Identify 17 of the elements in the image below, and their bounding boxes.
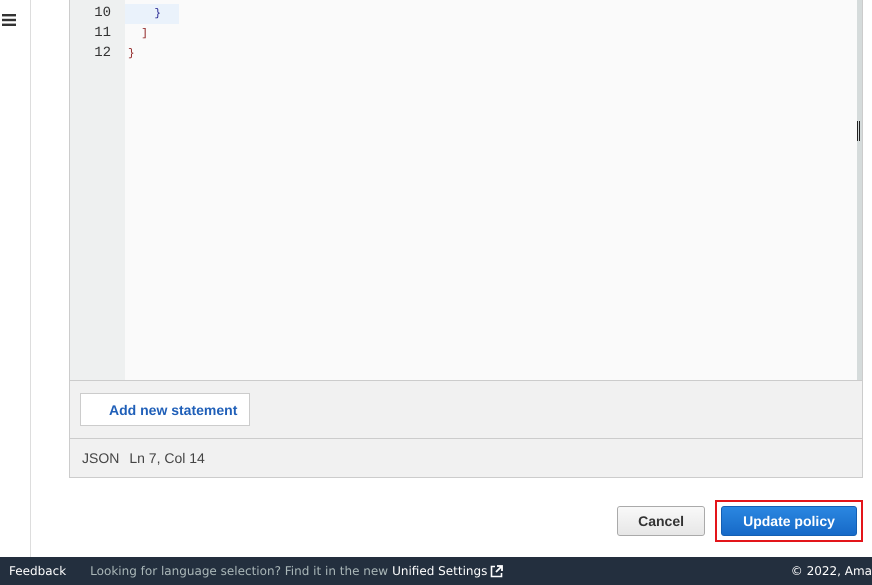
external-link-icon xyxy=(490,564,504,578)
scrollbar-handle[interactable] xyxy=(857,121,860,141)
update-policy-button[interactable]: Update policy xyxy=(721,506,857,536)
feedback-link[interactable]: Feedback xyxy=(9,564,66,578)
cursor-position: Ln 7, Col 14 xyxy=(129,450,205,466)
cancel-button[interactable]: Cancel xyxy=(617,506,705,536)
menu-icon[interactable] xyxy=(2,14,16,26)
add-statement-button[interactable]: Add new statement xyxy=(80,393,250,426)
code-line: } xyxy=(127,47,136,62)
copyright: © 2022, Ama xyxy=(790,564,872,578)
line-number: 10 xyxy=(94,4,111,23)
code-line: ] xyxy=(140,27,149,42)
unified-settings-link[interactable]: Unified Settings xyxy=(392,564,488,578)
editor-mode: JSON xyxy=(82,450,120,466)
line-number: 11 xyxy=(94,24,111,43)
language-notice: Looking for language selection? Find it in the new xyxy=(90,564,388,578)
line-number: 12 xyxy=(94,44,111,63)
